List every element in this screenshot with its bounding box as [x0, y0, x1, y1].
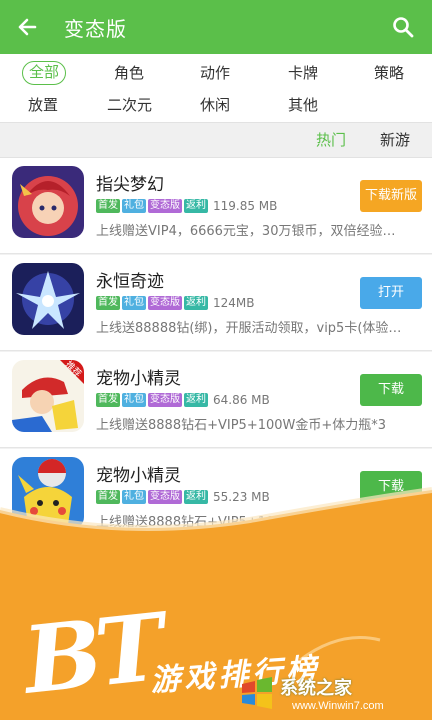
tag-first: 首发	[96, 199, 120, 213]
app-size: 64.86 MB	[213, 393, 270, 407]
category-strategy[interactable]: 策略	[374, 61, 404, 85]
list-item[interactable]: 推荐 宠物小精灵 首发 礼包 变态版 返利 64.86 MB 上线赠送8888钻…	[0, 352, 432, 448]
category-filter: 全部 角色 动作 卡牌 策略 放置 二次元 休闲 其他	[0, 54, 432, 122]
page-title: 变态版	[64, 16, 127, 41]
windows-logo-icon	[242, 677, 272, 709]
category-role[interactable]: 角色	[114, 61, 144, 85]
download-new-button[interactable]: 下载新版	[360, 180, 422, 212]
search-icon	[393, 17, 414, 38]
category-casual[interactable]: 休闲	[200, 93, 230, 117]
app-icon	[12, 263, 84, 335]
tag-bt: 变态版	[148, 296, 182, 310]
tag-first: 首发	[96, 296, 120, 310]
app-description: 上线赠送8888钻石+VIP5+100W金币+体力瓶*3	[96, 418, 387, 433]
app-description: 上线送88888钻(绑)，开服活动领取，vip5卡(体验…	[96, 321, 402, 336]
tab-new[interactable]: 新游	[380, 123, 410, 157]
category-idle[interactable]: 放置	[28, 93, 58, 117]
download-button[interactable]: 下载	[360, 374, 422, 406]
arrow-left-icon	[18, 18, 37, 36]
watermark-url: www.Winwin7.com	[292, 700, 384, 712]
app-tags: 首发 礼包 变态版 返利 64.86 MB	[96, 392, 270, 408]
app-size: 124MB	[213, 296, 255, 310]
tag-first: 首发	[96, 393, 120, 407]
app-description: 上线赠送VIP4，6666元宝，30万银币，双倍经验…	[96, 224, 396, 239]
tag-rebate: 返利	[184, 296, 208, 310]
list-item[interactable]: 永恒奇迹 首发 礼包 变态版 返利 124MB 上线送88888钻(绑)，开服活…	[0, 255, 432, 351]
back-button[interactable]	[0, 0, 54, 54]
tag-bt: 变态版	[148, 199, 182, 213]
tag-rebate: 返利	[184, 393, 208, 407]
tag-bt: 变态版	[148, 393, 182, 407]
app-tags: 首发 礼包 变态版 返利 124MB	[96, 295, 255, 311]
app-icon	[12, 166, 84, 238]
tag-gift: 礼包	[122, 199, 146, 213]
app-header: 变态版	[0, 0, 432, 54]
open-button[interactable]: 打开	[360, 277, 422, 309]
app-tags: 首发 礼包 变态版 返利 119.85 MB	[96, 198, 277, 214]
category-action[interactable]: 动作	[200, 61, 230, 85]
tag-gift: 礼包	[122, 393, 146, 407]
banner-bt-letters: BT	[18, 593, 164, 715]
sort-bar: 热门 新游	[0, 122, 432, 158]
app-name: 宠物小精灵	[96, 369, 181, 389]
app-size: 119.85 MB	[213, 199, 278, 213]
list-item[interactable]: 指尖梦幻 首发 礼包 变态版 返利 119.85 MB 上线赠送VIP4，666…	[0, 158, 432, 254]
app-name: 永恒奇迹	[96, 272, 164, 292]
tag-gift: 礼包	[122, 296, 146, 310]
category-other[interactable]: 其他	[288, 93, 318, 117]
search-button[interactable]	[384, 8, 422, 46]
category-card[interactable]: 卡牌	[288, 61, 318, 85]
app-name: 指尖梦幻	[96, 175, 164, 195]
watermark-cn: 系统之家	[280, 678, 352, 699]
tab-hot[interactable]: 热门	[316, 123, 346, 157]
watermark: 系统之家 www.Winwin7.com	[240, 672, 426, 716]
app-icon: 推荐	[12, 360, 84, 432]
tag-rebate: 返利	[184, 199, 208, 213]
category-anime[interactable]: 二次元	[107, 93, 152, 117]
category-all[interactable]: 全部	[22, 61, 67, 85]
